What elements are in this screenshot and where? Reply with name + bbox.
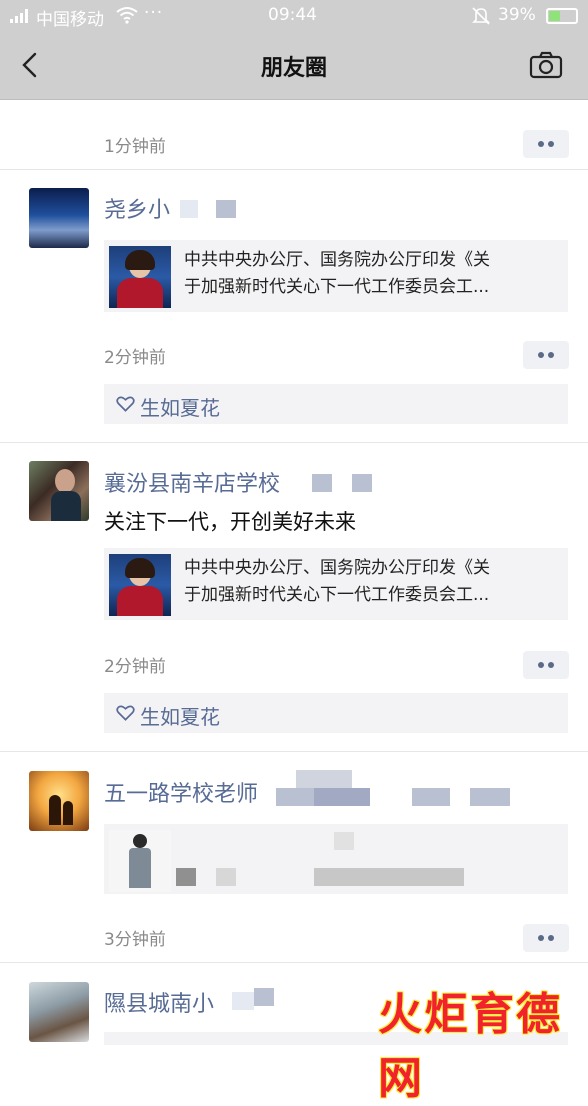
post-divider: [0, 962, 588, 963]
status-more-dots: ···: [144, 3, 164, 23]
blurred-link-text: [334, 832, 354, 850]
post-time: 2分钟前: [104, 657, 166, 677]
blurred-name-part: [470, 788, 510, 806]
more-icon[interactable]: [523, 924, 569, 952]
link-title-line: 中共中央办公厅、国务院办公厅印发《关: [184, 250, 490, 270]
blurred-name-part: [232, 992, 254, 1010]
more-icon[interactable]: [523, 130, 569, 158]
avatar[interactable]: [29, 982, 89, 1042]
blurred-link-text: [314, 868, 464, 886]
link-title-line: 于加强新时代关心下一代工作委员会工...: [184, 277, 490, 297]
status-bar: 中国移动 ··· 09:44 39%: [0, 0, 588, 32]
clock: 09:44: [268, 5, 317, 25]
heart-icon: [116, 396, 135, 412]
blurred-link-text: [216, 868, 236, 886]
wifi-icon: [116, 7, 138, 24]
blurred-name-part: [352, 474, 372, 492]
link-card[interactable]: 中共中央办公厅、国务院办公厅印发《关 于加强新时代关心下一代工作委员会工...: [104, 240, 568, 312]
likes-bar: 生如夏花: [104, 384, 568, 424]
blurred-name-part: [312, 474, 332, 492]
signal-icon: [10, 9, 28, 23]
liker-name[interactable]: 生如夏花: [140, 701, 220, 730]
post-author-name[interactable]: 五一路学校老师: [104, 776, 258, 808]
post-time: 1分钟前: [104, 137, 166, 157]
carrier-name: 中国移动: [36, 10, 104, 30]
post-author-name[interactable]: 襄汾县南辛店学校: [104, 466, 280, 498]
post-divider: [0, 442, 588, 443]
post-divider: [0, 751, 588, 752]
nav-bar: 朋友圈: [0, 32, 588, 100]
blurred-name-part: [412, 788, 450, 806]
blurred-name-part: [254, 988, 274, 1006]
blurred-name-part: [180, 200, 198, 218]
link-title-line: 中共中央办公厅、国务院办公厅印发《关: [184, 558, 490, 578]
more-icon[interactable]: [523, 651, 569, 679]
avatar[interactable]: [29, 461, 89, 521]
post-text: 关注下一代，开创美好未来: [104, 510, 356, 534]
blurred-name-part: [314, 788, 370, 806]
link-card[interactable]: 中共中央办公厅、国务院办公厅印发《关 于加强新时代关心下一代工作委员会工...: [104, 548, 568, 620]
blurred-name-part: [276, 788, 314, 806]
battery-icon: [546, 8, 578, 24]
watermark: 火炬育德网: [378, 989, 562, 1104]
blurred-name-part: [296, 770, 352, 788]
avatar[interactable]: [29, 188, 89, 248]
news-thumbnail: [109, 554, 171, 616]
post-divider: [0, 169, 588, 170]
avatar[interactable]: [29, 771, 89, 831]
page-title: 朋友圈: [260, 56, 327, 81]
blurred-link-text: [176, 868, 196, 886]
camera-icon[interactable]: [528, 49, 564, 81]
heart-icon: [116, 705, 135, 721]
post-author-name[interactable]: 隰县城南小: [104, 986, 214, 1018]
mute-icon: [472, 7, 490, 25]
blurred-name-part: [216, 200, 236, 218]
likes-bar: 生如夏花: [104, 693, 568, 733]
more-icon[interactable]: [523, 341, 569, 369]
battery-percent: 39%: [498, 5, 536, 25]
link-title-line: 于加强新时代关心下一代工作委员会工...: [184, 585, 490, 605]
moments-feed[interactable]: 1分钟前 尧乡小 中共中央办公厅、国务院办公厅印发《关 于加强新时代关心下一代工…: [0, 100, 588, 1045]
post-author-name[interactable]: 尧乡小: [104, 192, 170, 224]
liker-name[interactable]: 生如夏花: [140, 392, 220, 421]
article-thumbnail: [109, 830, 171, 892]
news-thumbnail: [109, 246, 171, 308]
link-card[interactable]: [104, 824, 568, 894]
post-time: 3分钟前: [104, 930, 166, 950]
post-time: 2分钟前: [104, 348, 166, 368]
